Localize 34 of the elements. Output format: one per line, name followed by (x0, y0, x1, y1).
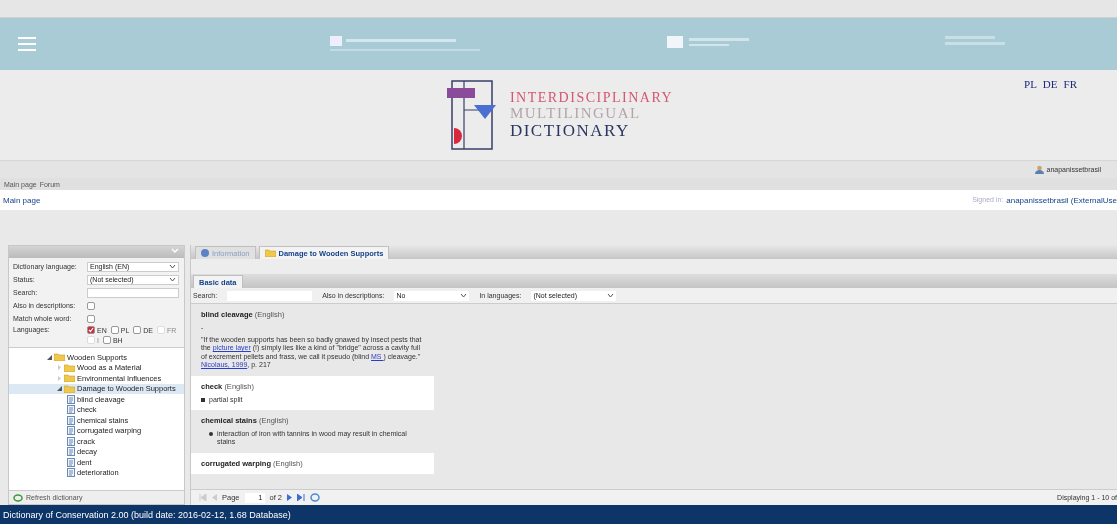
language-link[interactable]: DE (1042, 78, 1058, 90)
checkbox[interactable] (87, 301, 95, 310)
folder-icon (264, 249, 276, 257)
status-bar: Dictionary of Conservation 2.00 (build date: 2016-02-12, 1.68 Database) (0, 505, 1117, 524)
caret-icon[interactable] (607, 293, 615, 298)
page-title: Main page (3, 195, 41, 205)
checkmark-icon (88, 327, 94, 333)
previous-page-icon[interactable] (212, 494, 217, 501)
language-link[interactable]: PL (1024, 78, 1037, 90)
first-page-icon[interactable] (199, 494, 207, 501)
square-bullet-icon (201, 397, 205, 402)
user-icon (1034, 165, 1044, 174)
caret-icon[interactable] (460, 293, 468, 298)
caret-icon[interactable] (169, 264, 176, 269)
last-page-icon[interactable] (297, 494, 306, 501)
language-link[interactable]: FR (1063, 78, 1077, 90)
folder-icon (64, 384, 75, 393)
logo-text: INTERDISCIPLINARY (509, 89, 674, 106)
refresh-icon[interactable] (310, 493, 321, 502)
checkbox[interactable] (87, 314, 95, 323)
logo-icon (329, 34, 480, 54)
logo-icon (945, 34, 1006, 48)
next-page-icon[interactable] (287, 494, 293, 501)
logo-text: DICTIONARY (509, 121, 631, 141)
folder-icon (54, 353, 65, 362)
info-icon (201, 249, 209, 257)
signed-in-user[interactable]: anapanissetbrasil (ExternalUse (1006, 195, 1117, 205)
caret-icon[interactable] (169, 277, 176, 282)
search-field[interactable] (87, 287, 179, 298)
refresh-icon (13, 493, 23, 502)
logo-text: MULTILINGUAL (509, 105, 642, 122)
menu-icon[interactable] (18, 37, 36, 51)
folder-icon (64, 363, 75, 372)
bullet-icon (209, 431, 213, 436)
